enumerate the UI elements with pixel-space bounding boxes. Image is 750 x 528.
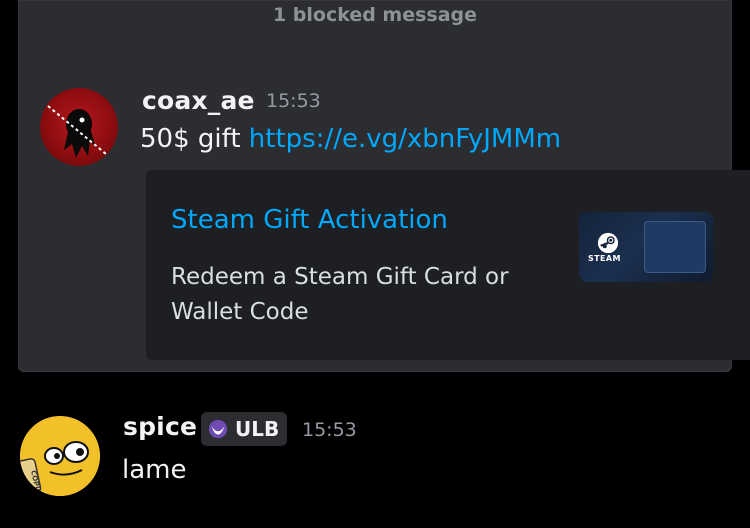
message-text: 50$ gift xyxy=(140,124,249,154)
guild-tag-badge[interactable]: ULB xyxy=(201,412,288,446)
avatar[interactable] xyxy=(40,88,118,166)
steam-logo-icon xyxy=(597,232,619,254)
guild-tag-icon xyxy=(208,419,228,439)
blocked-message-toggle[interactable]: 1 blocked message xyxy=(0,4,750,26)
message-link[interactable]: https://e.vg/xbnFyJMMm xyxy=(249,124,561,154)
avatar[interactable]: COPIUM xyxy=(20,416,100,496)
message-timestamp: 15:53 xyxy=(266,90,321,112)
message-content: 50$ gift https://e.vg/xbnFyJMMm xyxy=(140,124,561,154)
embed-thumbnail[interactable]: STEAM xyxy=(579,212,713,282)
message-username[interactable]: spice xyxy=(123,412,197,441)
thumbnail-screenshot xyxy=(645,222,705,272)
message-timestamp: 15:53 xyxy=(302,419,357,441)
guild-tag-label: ULB xyxy=(235,417,280,441)
message-username[interactable]: coax_ae xyxy=(142,86,255,115)
silhouette-icon xyxy=(47,105,107,158)
embed-description: Redeem a Steam Gift Card or Wallet Code xyxy=(171,264,509,325)
embed-title[interactable]: Steam Gift Activation xyxy=(171,205,448,235)
thumbnail-label: STEAM xyxy=(588,254,621,263)
link-embed: Steam Gift Activation Redeem a Steam Gif… xyxy=(146,170,750,360)
chat-view: 1 blocked message coax_ae 15:53 50$ gift… xyxy=(0,0,750,528)
avatar-character-icon: COPIUM xyxy=(20,416,100,496)
message-text: lame xyxy=(122,455,187,485)
